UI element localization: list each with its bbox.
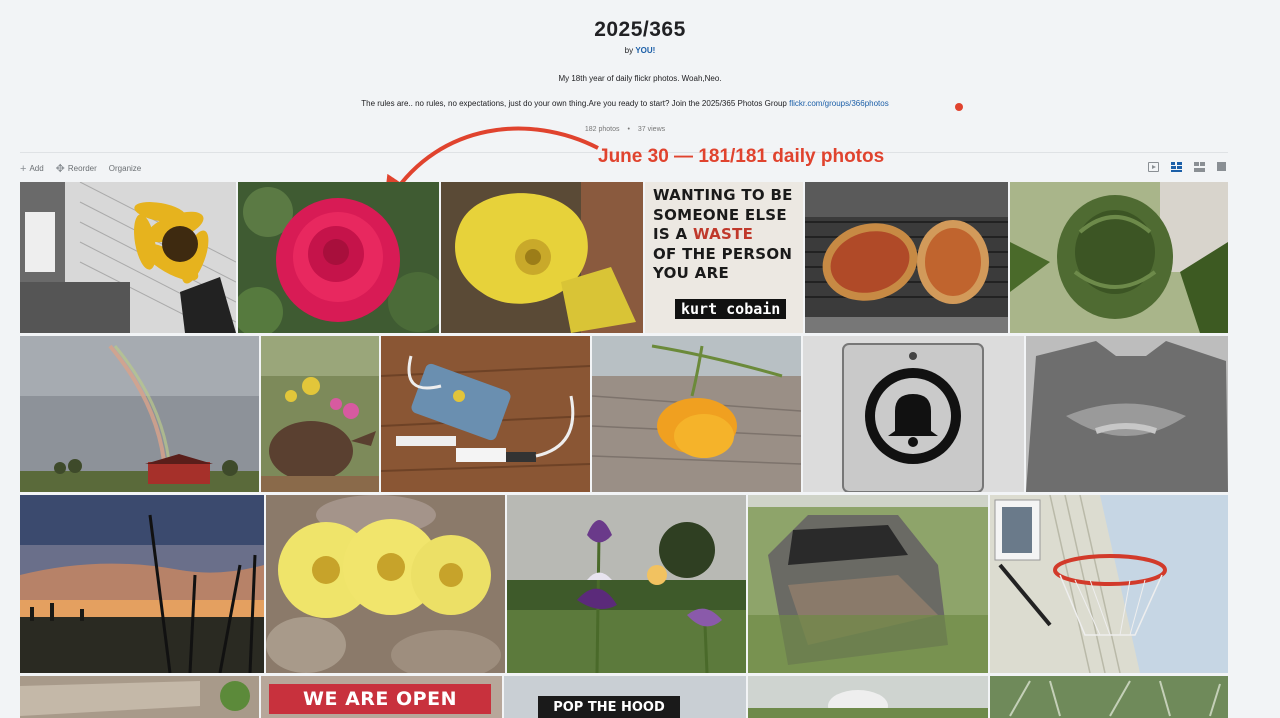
sign-text: WANTING TO BE SOMEONE ELSE IS A WASTE OF… bbox=[653, 186, 793, 284]
organize-button[interactable]: Organize bbox=[109, 164, 141, 173]
photo-we-are-open[interactable]: WE ARE OPEN bbox=[261, 676, 502, 718]
pop-sign-text: POP THE HOOD bbox=[538, 696, 680, 718]
photo-silver-foliage[interactable] bbox=[990, 676, 1228, 718]
sign-line-2: SOMEONE ELSE bbox=[653, 205, 787, 224]
photo-sunflower[interactable] bbox=[20, 182, 236, 333]
foliage-image bbox=[990, 676, 1228, 718]
kettle-image bbox=[261, 336, 379, 492]
sign-line-1: WANTING TO BE bbox=[653, 186, 793, 204]
stats-separator: • bbox=[627, 126, 630, 133]
photo-red-rose[interactable] bbox=[238, 182, 439, 333]
sunflower-image bbox=[20, 182, 236, 333]
mosaic-icon[interactable] bbox=[1194, 162, 1205, 172]
sign-line-4: OF THE PERSON bbox=[653, 244, 793, 263]
photo-plant[interactable] bbox=[748, 676, 988, 718]
battery-image bbox=[381, 336, 590, 492]
photo-green-bud[interactable] bbox=[1010, 182, 1228, 333]
page-title: 2025/365 bbox=[594, 18, 686, 41]
photo-kettle-planter[interactable] bbox=[261, 336, 379, 492]
photo-quote-sign[interactable]: WANTING TO BE SOMEONE ELSE IS A WASTE OF… bbox=[645, 182, 803, 333]
photo-pop-the-hood[interactable]: POP THE HOOD bbox=[504, 676, 746, 718]
photo-tshirt[interactable] bbox=[1026, 336, 1228, 492]
rainbow-image bbox=[20, 336, 259, 492]
car-image bbox=[748, 495, 988, 673]
photo-basketball-hoop[interactable] bbox=[990, 495, 1228, 673]
cactus-flower-image bbox=[441, 182, 643, 333]
slideshow-icon[interactable] bbox=[1148, 162, 1159, 172]
yellow-flowers-image bbox=[266, 495, 505, 673]
byline: by YOU! bbox=[0, 46, 1280, 55]
move-icon: ✥ bbox=[55, 163, 65, 175]
rose-image bbox=[238, 182, 439, 333]
photo-yellow-flowers-rocks[interactable] bbox=[266, 495, 505, 673]
album-toolbar: + Add ✥ Reorder Organize bbox=[20, 162, 141, 176]
annotation-text: June 30 — 181/181 daily photos bbox=[598, 146, 885, 167]
pizza-image bbox=[805, 182, 1008, 333]
plant-image bbox=[748, 676, 988, 718]
poppy-image bbox=[592, 336, 801, 492]
red-dot-marker bbox=[955, 103, 963, 111]
photo-abandoned-car[interactable] bbox=[748, 495, 988, 673]
photo-rainbow-barn[interactable] bbox=[20, 336, 259, 492]
photo-iris[interactable] bbox=[507, 495, 746, 673]
group-link[interactable]: flickr.com/groups/366photos bbox=[789, 99, 889, 108]
wood-image bbox=[20, 676, 259, 718]
by-prefix: by bbox=[624, 46, 634, 55]
photo-cactus-flower[interactable] bbox=[441, 182, 643, 333]
reorder-label: Reorder bbox=[67, 164, 97, 173]
view-mode-switcher bbox=[1148, 162, 1226, 172]
iris-image bbox=[507, 495, 746, 673]
tshirt-image bbox=[1026, 336, 1228, 492]
bell-sign-image bbox=[803, 336, 1024, 492]
add-label: Add bbox=[29, 164, 44, 173]
album-description-line2: The rules are.. no rules, no expectation… bbox=[0, 99, 1250, 108]
reorder-button[interactable]: ✥ Reorder bbox=[56, 162, 97, 175]
bud-image bbox=[1010, 182, 1228, 333]
photo-orange-poppy[interactable] bbox=[592, 336, 801, 492]
description-text: The rules are.. no rules, no expectation… bbox=[361, 99, 787, 108]
photo-bell-sign[interactable] bbox=[803, 336, 1024, 492]
photo-pizza-grill[interactable] bbox=[805, 182, 1008, 333]
author-link[interactable]: YOU! bbox=[635, 46, 655, 55]
hoop-image bbox=[990, 495, 1228, 673]
sign-caption: kurt cobain bbox=[675, 299, 787, 319]
photo-sunset-grass[interactable] bbox=[20, 495, 264, 673]
sign-line-3: IS A WASTE bbox=[653, 225, 793, 245]
organize-label: Organize bbox=[108, 164, 142, 173]
add-button[interactable]: + Add bbox=[20, 163, 44, 175]
photo-wood-plant[interactable] bbox=[20, 676, 259, 718]
album-stats: 182 photos • 37 views bbox=[0, 126, 1250, 133]
banner-text: WE ARE OPEN bbox=[269, 684, 491, 714]
photo-battery-pack[interactable] bbox=[381, 336, 590, 492]
single-icon[interactable] bbox=[1217, 162, 1226, 171]
album-description-line1: My 18th year of daily flickr photos. Woa… bbox=[558, 74, 722, 83]
sign-line-3b: WASTE bbox=[692, 225, 754, 243]
sign-line-5: YOU ARE bbox=[653, 264, 729, 282]
grid-icon[interactable] bbox=[1171, 162, 1182, 172]
view-count: 37 views bbox=[637, 126, 666, 133]
sign-line-3a: IS A bbox=[653, 225, 693, 243]
sunset-image bbox=[20, 495, 264, 673]
plus-icon: + bbox=[20, 162, 27, 175]
